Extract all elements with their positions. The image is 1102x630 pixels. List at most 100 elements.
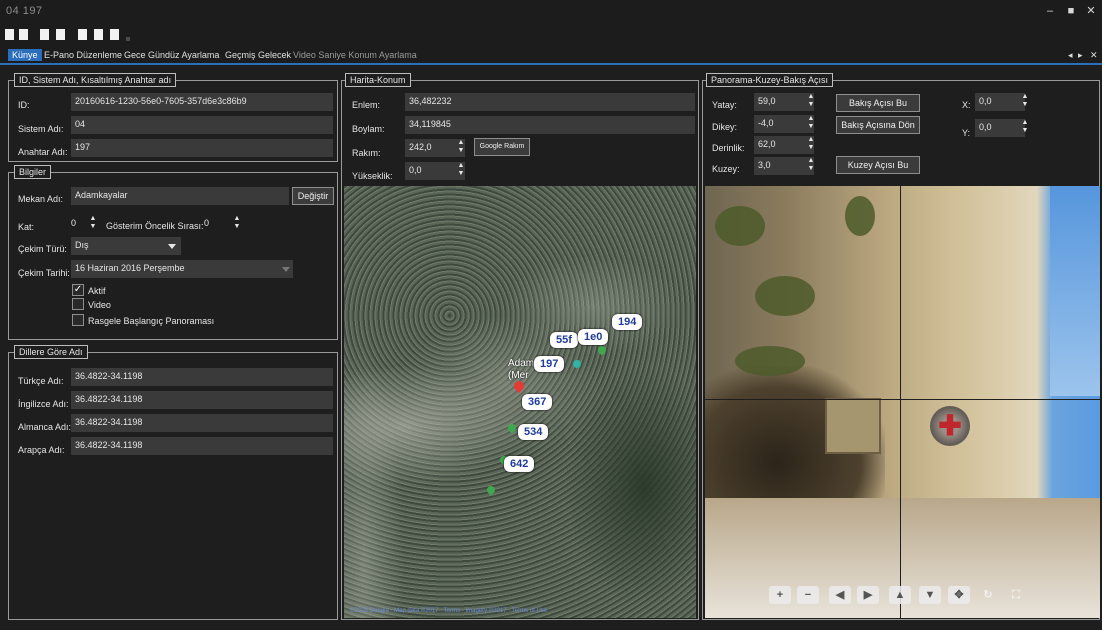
latitude-label: Enlem: xyxy=(352,100,381,110)
x-field[interactable]: 0,0 xyxy=(975,93,1025,111)
rotate-icon[interactable]: ↻ xyxy=(977,586,999,604)
x-label: X: xyxy=(962,100,971,110)
map-pin-icon[interactable] xyxy=(511,378,527,394)
set-view-angle-button[interactable]: Bakış Açısı Bu xyxy=(836,94,920,112)
zoom-out-icon[interactable]: − xyxy=(797,586,819,604)
place-name-label: Mekan Adı: xyxy=(18,194,64,204)
derinlik-field[interactable]: 62,0 xyxy=(754,136,814,154)
close-button[interactable]: ✕ xyxy=(1084,4,1098,18)
page-icon[interactable] xyxy=(56,29,65,40)
map-pin-icon[interactable] xyxy=(596,344,608,356)
turkish-name-field[interactable]: 36.4822-34.1198 xyxy=(71,368,333,386)
kuzey-spinner[interactable]: ▲ ▼ xyxy=(806,157,816,175)
english-name-label: İngilizce Adı: xyxy=(18,399,69,409)
tab-e-pano[interactable]: E-Pano Düzenleme xyxy=(44,50,122,60)
map-marker[interactable]: 197 xyxy=(534,356,565,372)
toolbar-overflow-icon[interactable] xyxy=(126,37,130,41)
museum-icon[interactable] xyxy=(571,358,583,370)
page-icon[interactable] xyxy=(110,29,119,40)
panorama-viewer[interactable]: ✚ + − ◀ ▶ ▲ ▼ ✥ ↻ ⛶ xyxy=(705,186,1100,618)
chevron-down-icon[interactable] xyxy=(168,244,176,249)
return-view-angle-button[interactable]: Bakış Açısına Dön xyxy=(836,116,920,134)
system-name-field[interactable]: 04 xyxy=(71,116,333,134)
floor-field[interactable]: 0 xyxy=(67,215,85,233)
floor-spinner[interactable]: ▲ ▼ xyxy=(88,215,98,233)
map-pin-icon[interactable] xyxy=(506,422,518,434)
pan-up-icon[interactable]: ▲ xyxy=(889,586,911,604)
pan-right-icon[interactable]: ▶ xyxy=(857,586,879,604)
map-panel-title: Harita-Konum xyxy=(345,73,411,87)
map-place-caption-sub: (Mer xyxy=(508,370,529,381)
priority-field[interactable]: 0 xyxy=(200,215,222,233)
tab-video-saniye[interactable]: Video Saniye Konum Ayarlama xyxy=(293,50,417,60)
latitude-field[interactable]: 36,482232 xyxy=(405,93,695,111)
derinlik-spinner[interactable]: ▲ ▼ xyxy=(806,136,816,154)
map-marker[interactable]: 194 xyxy=(612,314,643,330)
map-credit[interactable]: ©2016 Google · Map data ©2017 · Terms · … xyxy=(350,608,547,614)
panorama-center-line xyxy=(900,186,901,618)
window-title: 04 197 xyxy=(6,5,43,17)
key-name-field[interactable]: 197 xyxy=(71,139,333,157)
dikey-spinner[interactable]: ▲ ▼ xyxy=(806,115,816,133)
longitude-field[interactable]: 34,119845 xyxy=(405,116,695,134)
tab-kunye[interactable]: Künye xyxy=(8,49,42,61)
random-start-label: Rasgele Başlangıç Panoraması xyxy=(88,316,215,326)
yatay-spinner[interactable]: ▲ ▼ xyxy=(806,93,816,111)
open-page-icon[interactable] xyxy=(40,29,49,40)
tab-next-icon[interactable]: ▸ xyxy=(1078,50,1083,61)
tab-gecmis-gelecek[interactable]: Geçmiş Gelecek xyxy=(225,50,291,60)
altitude-spinner[interactable]: ▲ ▼ xyxy=(456,139,466,157)
priority-spinner[interactable]: ▲ ▼ xyxy=(232,215,242,233)
map-marker[interactable]: 55f xyxy=(550,332,578,348)
panorama-moss xyxy=(735,346,805,376)
random-start-checkbox[interactable] xyxy=(72,314,84,326)
dikey-field[interactable]: -4,0 xyxy=(754,115,814,133)
tab-close-icon[interactable]: ✕ xyxy=(1090,50,1098,61)
pan-left-icon[interactable]: ◀ xyxy=(829,586,851,604)
new-page-icon[interactable] xyxy=(5,29,14,40)
maximize-button[interactable]: ■ xyxy=(1064,4,1078,18)
y-spinner[interactable]: ▲ ▼ xyxy=(1020,119,1030,137)
y-field[interactable]: 0,0 xyxy=(975,119,1025,137)
place-name-field[interactable]: Adamkayalar xyxy=(71,187,289,205)
page-icon[interactable] xyxy=(19,29,28,40)
map-marker[interactable]: 367 xyxy=(522,394,553,410)
compass-needle-icon: ✚ xyxy=(938,410,962,441)
active-checkbox[interactable]: ✓ xyxy=(72,284,84,296)
kuzey-field[interactable]: 3,0 xyxy=(754,157,814,175)
chevron-down-icon[interactable] xyxy=(282,267,290,272)
minimize-button[interactable]: ‒ xyxy=(1043,4,1057,18)
arabic-name-label: Arapça Adı: xyxy=(18,445,65,455)
set-north-angle-button[interactable]: Kuzey Açısı Bu xyxy=(836,156,920,174)
shot-type-select[interactable]: Dış xyxy=(71,237,181,255)
copy-page-icon[interactable] xyxy=(78,29,87,40)
kuzey-label: Kuzey: xyxy=(712,164,740,174)
shot-date-picker[interactable]: 16 Haziran 2016 Perşembe xyxy=(71,260,293,278)
yatay-field[interactable]: 59,0 xyxy=(754,93,814,111)
map-marker[interactable]: 642 xyxy=(504,456,535,472)
fullscreen-icon[interactable]: ⛶ xyxy=(1005,586,1027,604)
height-spinner[interactable]: ▲ ▼ xyxy=(456,162,466,180)
map-place-caption: Adam xyxy=(508,358,535,369)
satellite-map[interactable]: Adam (Mer 194 55f 1e0 197 367 534 642 ©2… xyxy=(344,186,696,618)
pan-down-icon[interactable]: ▼ xyxy=(919,586,941,604)
x-spinner[interactable]: ▲ ▼ xyxy=(1020,93,1030,111)
video-checkbox[interactable] xyxy=(72,298,84,310)
english-name-field[interactable]: 36.4822-34.1198 xyxy=(71,391,333,409)
google-altitude-button[interactable]: Google Rakım xyxy=(474,138,530,156)
id-field[interactable]: 20160616-1230-56e0-7605-357d6e3c86b9 xyxy=(71,93,333,111)
map-pin-icon[interactable] xyxy=(485,484,497,496)
map-marker[interactable]: 1e0 xyxy=(578,329,609,345)
change-place-button[interactable]: Değiştir xyxy=(292,187,334,205)
page-icon[interactable] xyxy=(94,29,103,40)
zoom-in-icon[interactable]: + xyxy=(769,586,791,604)
tab-prev-icon[interactable]: ◂ xyxy=(1068,50,1073,61)
map-marker[interactable]: 534 xyxy=(518,424,549,440)
tab-gece-gunduz[interactable]: Gece Gündüz Ayarlama xyxy=(124,50,219,60)
panorama-niche xyxy=(825,398,881,454)
arabic-name-field[interactable]: 36.4822-34.1198 xyxy=(71,437,333,455)
ids-panel-title: ID, Sistem Adı, Kısaltılmış Anahtar adı xyxy=(14,73,177,87)
move-icon[interactable]: ✥ xyxy=(948,586,970,604)
toolbar xyxy=(0,22,1102,48)
german-name-field[interactable]: 36.4822-34.1198 xyxy=(71,414,333,432)
